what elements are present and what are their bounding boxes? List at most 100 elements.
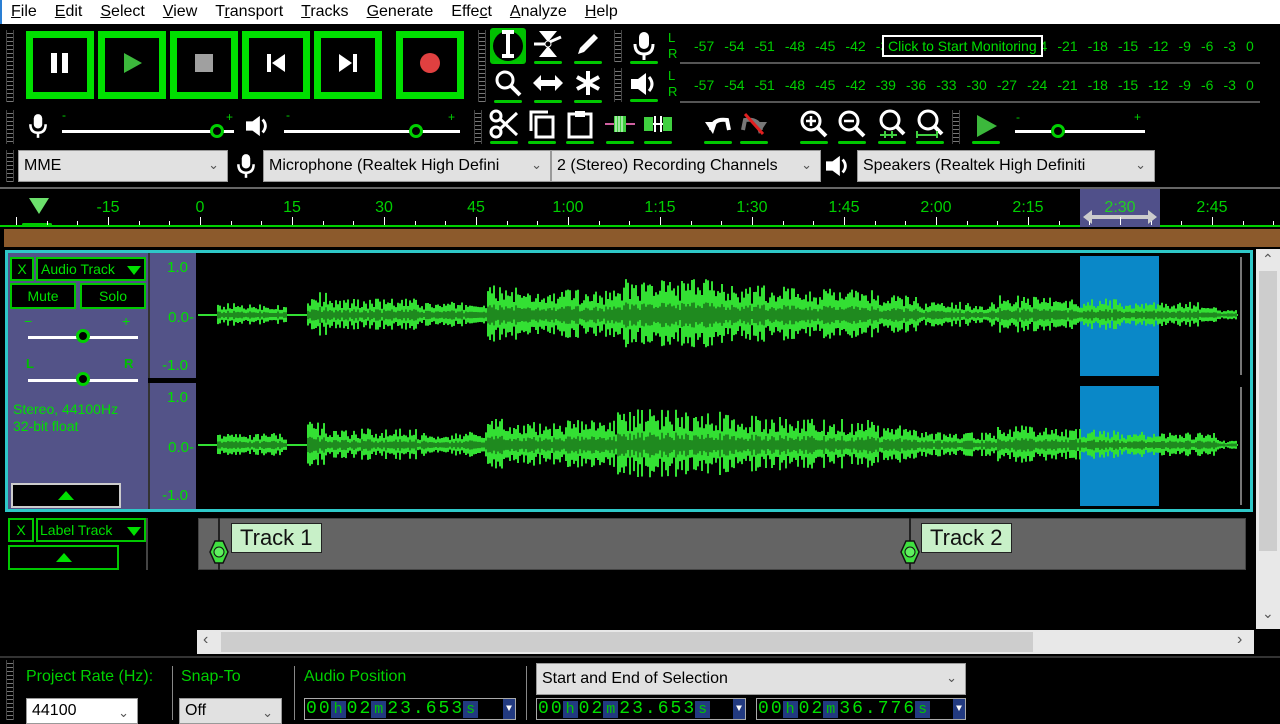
- selection-end-time[interactable]: 0 0 h 0 2 m 3 6. 7 7 6 s ▼: [756, 698, 966, 720]
- play-head-icon[interactable]: [28, 197, 50, 220]
- label-anchor-icon[interactable]: [209, 540, 229, 564]
- toolbar-grip[interactable]: [6, 30, 14, 102]
- horizontal-scroll-thumb[interactable]: [221, 632, 1033, 652]
- start-monitoring-tooltip[interactable]: Click to Start Monitoring: [882, 35, 1043, 57]
- snap-to-select[interactable]: Off ⌄: [179, 698, 282, 724]
- label-track-area[interactable]: [198, 518, 1246, 570]
- play-button[interactable]: [98, 31, 166, 99]
- scroll-up-icon[interactable]: ⌃: [1262, 251, 1274, 268]
- play-speed-thumb[interactable]: [1050, 124, 1065, 138]
- track-close-button[interactable]: X: [10, 257, 34, 281]
- timeline-ruler[interactable]: -15 0 15 30 45 1:00 1:15 1:30 1:45 2:00 2:15 2:30 2:…: [0, 187, 1280, 227]
- pause-button[interactable]: [26, 31, 94, 99]
- toolbar-grip[interactable]: [6, 150, 14, 182]
- toolbar-grip[interactable]: [6, 110, 14, 144]
- skip-to-end-button[interactable]: [314, 31, 382, 99]
- pan-thumb[interactable]: [76, 372, 90, 386]
- toolbar-grip[interactable]: [6, 660, 14, 720]
- meter-tick-label: -18: [1087, 77, 1108, 93]
- time-format-dropdown-icon[interactable]: ▼: [733, 699, 745, 719]
- mute-button[interactable]: Mute: [10, 283, 76, 309]
- selection-tool-button[interactable]: [490, 28, 526, 64]
- skip-start-icon: [265, 52, 287, 79]
- paste-button[interactable]: [562, 108, 598, 144]
- toolbar-grip[interactable]: [952, 110, 960, 144]
- label-track-collapse-button[interactable]: [8, 545, 119, 570]
- zoom-tool-button[interactable]: [490, 67, 526, 103]
- fit-project-button[interactable]: [912, 108, 948, 144]
- recording-device-select[interactable]: Microphone (Realtek High Defini ⌄: [263, 150, 551, 182]
- selection-start-time[interactable]: 0 0 h 0 2 m 2 3. 6 5 3 s ▼: [536, 698, 746, 720]
- menu-select[interactable]: Select: [91, 1, 153, 23]
- audio-track[interactable]: X Audio Track Mute Solo − + L R Stereo, …: [5, 250, 1253, 512]
- project-rate-select[interactable]: 44100 ⌄: [26, 698, 138, 724]
- play-speed-slider[interactable]: [1015, 130, 1145, 133]
- trim-audio-button[interactable]: [602, 108, 638, 144]
- label-track-1[interactable]: Track 1: [231, 523, 322, 553]
- selection-mode-select[interactable]: Start and End of Selection ⌄: [536, 663, 966, 695]
- playback-meter[interactable]: -57 -54 -51 -48 -45 -42 -39 -36 -33 -30 -27 -24 -21-…: [680, 67, 1260, 103]
- vertical-ruler-left[interactable]: 1.0 0.0- -1.0: [148, 253, 196, 378]
- undo-button[interactable]: [700, 108, 736, 144]
- time-format-dropdown-icon[interactable]: ▼: [953, 699, 965, 719]
- toolbar-grip[interactable]: [614, 68, 622, 102]
- toolbar-grip[interactable]: [478, 30, 486, 102]
- redo-icon: [739, 112, 769, 141]
- scroll-left-icon[interactable]: ‹: [203, 631, 208, 649]
- record-volume-thumb[interactable]: [209, 124, 224, 138]
- microphone-icon[interactable]: [626, 28, 662, 64]
- envelope-tool-button[interactable]: [530, 28, 566, 64]
- stop-button[interactable]: [170, 31, 238, 99]
- toolbar-grip[interactable]: [614, 30, 622, 62]
- audio-position-time[interactable]: 0 0 h 0 2 m 2 3. 6 5 3 s ▼: [304, 698, 516, 720]
- playback-device-select[interactable]: Speakers (Realtek High Definiti ⌄: [857, 150, 1155, 182]
- playback-volume-slider[interactable]: [284, 130, 460, 133]
- vertical-ruler-right[interactable]: 1.0 0.0- -1.0: [148, 383, 196, 509]
- vertical-scrollbar[interactable]: ⌃ ⌄: [1256, 249, 1280, 629]
- menu-help[interactable]: Help: [576, 1, 627, 23]
- track-menu-button[interactable]: Audio Track: [36, 257, 146, 281]
- record-button[interactable]: [396, 31, 464, 99]
- time-shift-tool-button[interactable]: [530, 67, 566, 103]
- silence-audio-button[interactable]: [640, 108, 676, 144]
- menu-edit[interactable]: Edit: [46, 1, 92, 23]
- vertical-scroll-thumb[interactable]: [1259, 271, 1277, 551]
- scroll-right-icon[interactable]: ›: [1237, 631, 1242, 649]
- playback-volume-thumb[interactable]: [409, 124, 423, 138]
- solo-button[interactable]: Solo: [80, 283, 146, 309]
- horizontal-scrollbar[interactable]: ‹ ›: [197, 630, 1254, 654]
- gain-thumb[interactable]: [76, 329, 90, 343]
- recording-channels-select[interactable]: 2 (Stereo) Recording Channels ⌄: [551, 150, 821, 182]
- toolbar-grip[interactable]: [474, 110, 482, 144]
- scroll-down-icon[interactable]: ⌄: [1262, 605, 1274, 622]
- menu-file[interactable]: File: [2, 1, 46, 23]
- time-format-dropdown-icon[interactable]: ▼: [503, 699, 515, 719]
- audio-host-select[interactable]: MME ⌄: [18, 150, 228, 182]
- zoom-out-button[interactable]: [834, 108, 870, 144]
- cut-button[interactable]: [486, 108, 522, 144]
- redo-button[interactable]: [736, 108, 772, 144]
- menu-transport[interactable]: Transport: [206, 1, 292, 23]
- menu-tracks[interactable]: Tracks: [292, 1, 357, 23]
- timeline-quick-play-bar[interactable]: [4, 229, 1280, 247]
- waveform[interactable]: [198, 253, 1248, 509]
- play-at-speed-button[interactable]: [968, 108, 1004, 144]
- menu-analyze[interactable]: Analyze: [501, 1, 576, 23]
- copy-button[interactable]: [524, 108, 560, 144]
- collapse-track-button[interactable]: [11, 483, 121, 508]
- record-meter[interactable]: -57-54-51-48-45-42-39-36-33-30-27-24-21-…: [680, 28, 1260, 64]
- label-track-menu-button[interactable]: Label Track: [36, 518, 146, 542]
- fit-selection-button[interactable]: [874, 108, 910, 144]
- menu-view[interactable]: View: [154, 1, 206, 23]
- skip-to-start-button[interactable]: [242, 31, 310, 99]
- speaker-icon[interactable]: [626, 66, 662, 102]
- menu-generate[interactable]: Generate: [358, 1, 443, 23]
- zoom-in-button[interactable]: [796, 108, 832, 144]
- label-anchor-icon[interactable]: [900, 540, 920, 564]
- multi-tool-button[interactable]: [570, 67, 606, 103]
- label-track-2[interactable]: Track 2: [921, 523, 1012, 553]
- menu-effect[interactable]: Effect: [442, 1, 501, 23]
- label-track-close-button[interactable]: X: [8, 518, 34, 542]
- record-volume-slider[interactable]: [62, 130, 234, 133]
- draw-tool-button[interactable]: [570, 28, 606, 64]
